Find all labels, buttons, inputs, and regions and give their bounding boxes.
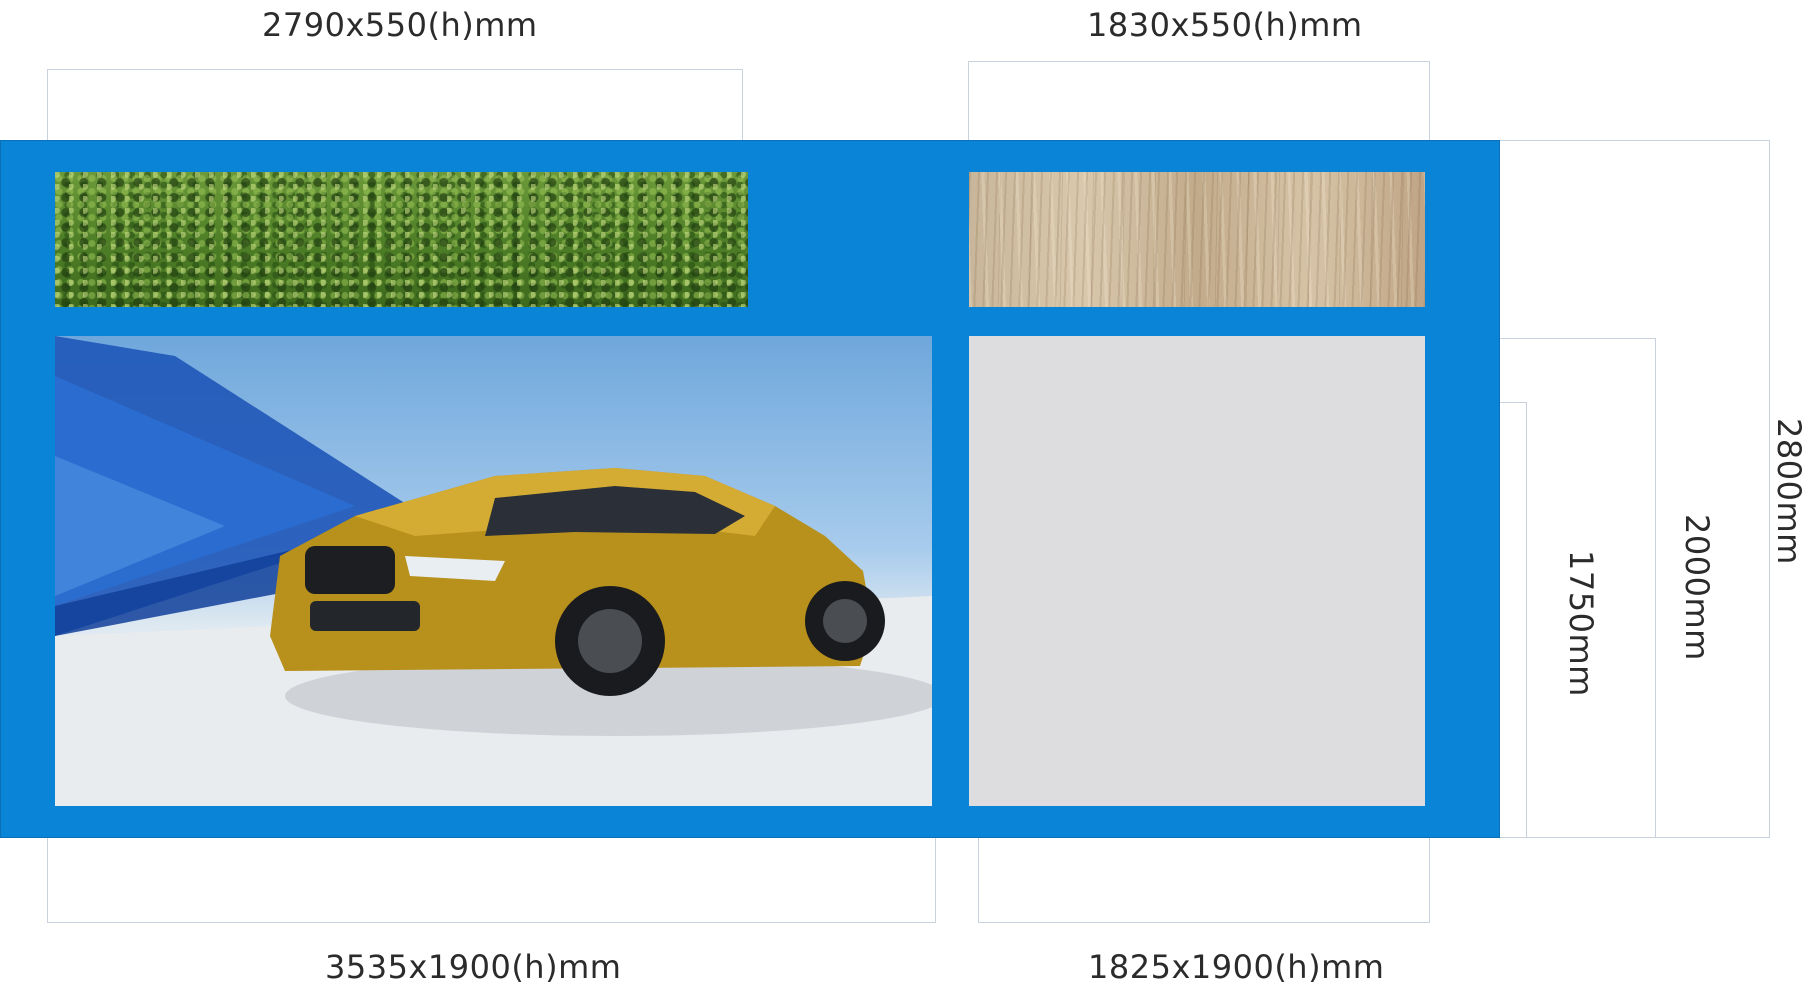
bottom-right-dimension: 1825x1900(h)mm — [1088, 948, 1385, 986]
car-illustration — [55, 336, 932, 806]
blank-grey-panel — [969, 336, 1425, 806]
height-1750-guide — [1500, 402, 1527, 838]
bottom-left-dimension: 3535x1900(h)mm — [325, 948, 622, 986]
light-wood-panel — [969, 172, 1425, 307]
green-hedge-panel — [55, 172, 748, 307]
top-right-dimension: 1830x550(h)mm — [1087, 6, 1363, 44]
car-photo-panel — [55, 336, 932, 806]
top-right-guide — [968, 61, 1430, 140]
top-left-dimension: 2790x550(h)mm — [262, 6, 538, 44]
bottom-right-guide — [978, 838, 1430, 923]
top-left-guide — [47, 69, 743, 140]
bottom-left-guide — [47, 838, 936, 923]
height-total-dimension: 2800mm — [1770, 418, 1808, 565]
